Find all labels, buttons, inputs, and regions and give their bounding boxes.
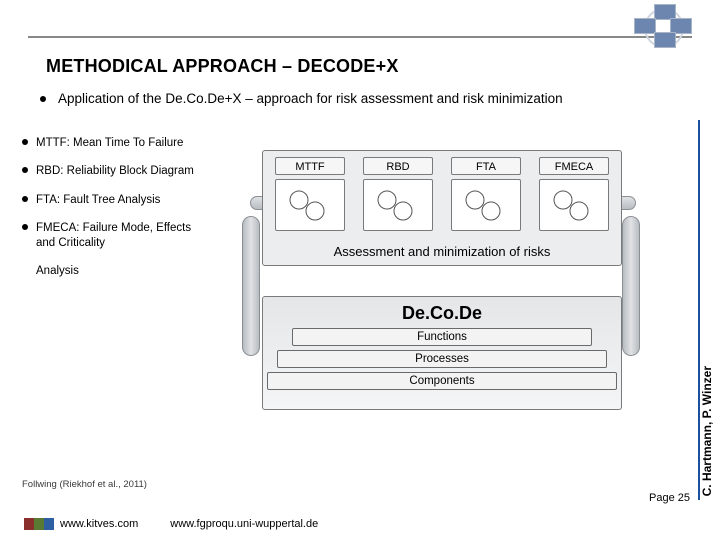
gear-icon xyxy=(539,179,609,231)
connector-arm-right xyxy=(622,216,640,356)
fgproqu-link[interactable]: www.fgproqu.uni-wuppertal.de xyxy=(170,518,318,530)
decode-block: De.Co.De Functions Processes Components xyxy=(262,296,622,410)
list-item: RBD: Reliability Block Diagram xyxy=(22,164,202,178)
kitves-block: www.kitves.com xyxy=(24,518,138,530)
method-box-fta: FTA xyxy=(451,157,521,175)
page-title: METHODICAL APPROACH – DECODE+X xyxy=(46,56,720,77)
lead-bullet: Application of the De.Co.De+X – approach… xyxy=(40,91,720,106)
layer-functions: Functions xyxy=(292,328,592,346)
citation-text: Follwing (Riekhof et al., 2011) xyxy=(22,479,147,490)
bullet-icon xyxy=(22,139,28,145)
gear-icon xyxy=(451,179,521,231)
page-number: Page 25 xyxy=(649,492,690,504)
list-item: FMECA: Failure Mode, Effects and Critica… xyxy=(22,221,202,250)
methods-block: MTTF RBD FTA FMECA Assessment and minimi… xyxy=(262,150,622,266)
header-rule xyxy=(28,0,692,38)
connector-arm-left xyxy=(242,216,260,356)
kitves-link[interactable]: www.kitves.com xyxy=(60,518,138,530)
authors-text: C. Hartmann, P. Winzer xyxy=(700,362,714,500)
list-item: FTA: Fault Tree Analysis xyxy=(22,193,202,207)
bullet-icon xyxy=(40,96,46,102)
definition-text: MTTF: Mean Time To Failure xyxy=(36,136,183,150)
definition-text: FMECA: Failure Mode, Effects and Critica… xyxy=(36,221,202,250)
assessment-label: Assessment and minimization of risks xyxy=(263,244,621,259)
definition-text: FTA: Fault Tree Analysis xyxy=(36,193,160,207)
authors-vertical: C. Hartmann, P. Winzer xyxy=(698,120,716,500)
definitions-list: MTTF: Mean Time To Failure RBD: Reliabil… xyxy=(22,136,202,292)
method-box-fmeca: FMECA xyxy=(539,157,609,175)
bullet-icon xyxy=(22,224,28,230)
bullet-icon xyxy=(22,167,28,173)
gear-icon xyxy=(363,179,433,231)
org-logo xyxy=(634,4,698,58)
kitves-logo-icon xyxy=(24,518,54,530)
method-box-rbd: RBD xyxy=(363,157,433,175)
layer-processes: Processes xyxy=(277,350,607,368)
layer-components: Components xyxy=(267,372,617,390)
footer-bar: www.kitves.com www.fgproqu.uni-wuppertal… xyxy=(0,508,720,540)
definition-text: RBD: Reliability Block Diagram xyxy=(36,164,194,178)
method-box-mttf: MTTF xyxy=(275,157,345,175)
list-item-orphan: Analysis xyxy=(22,264,202,278)
bullet-icon xyxy=(22,196,28,202)
decode-title: De.Co.De xyxy=(402,303,482,324)
gear-icon xyxy=(275,179,345,231)
list-item: MTTF: Mean Time To Failure xyxy=(22,136,202,150)
definition-text: Analysis xyxy=(36,264,79,278)
lead-text: Application of the De.Co.De+X – approach… xyxy=(58,91,563,106)
decode-diagram: MTTF RBD FTA FMECA Assessment and minimi… xyxy=(202,136,720,416)
